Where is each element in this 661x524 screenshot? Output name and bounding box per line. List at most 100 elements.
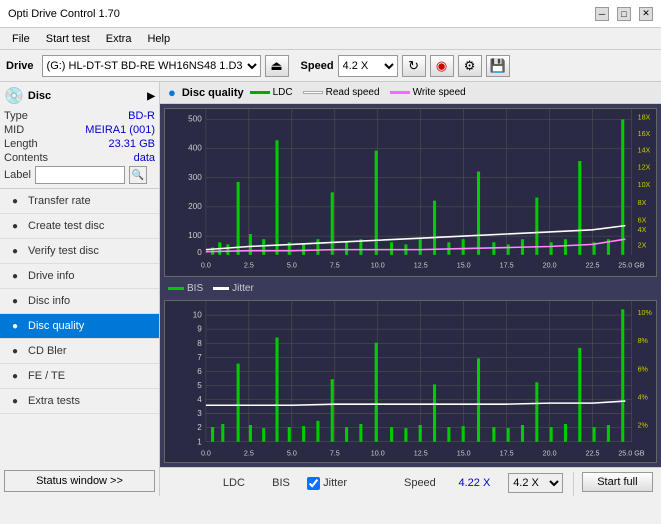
- col-ldc: LDC: [207, 472, 261, 494]
- content-header: ● Disc quality LDC Read speed Write spee…: [160, 82, 661, 104]
- cd-bler-icon: ●: [8, 344, 22, 358]
- legend-read-speed-label: Read speed: [326, 87, 380, 98]
- col-speed-select-header: 4.2 X: [499, 472, 573, 494]
- sidebar-item-drive-info[interactable]: ● Drive info: [0, 264, 159, 289]
- legend-ldc-label: LDC: [273, 87, 293, 98]
- svg-text:500: 500: [188, 114, 202, 123]
- stats-table: LDC BIS Jitter Speed 4.22 X: [168, 472, 573, 496]
- col-jitter-check: Jitter: [301, 472, 389, 494]
- sidebar-item-verify-test-disc[interactable]: ● Verify test disc: [0, 239, 159, 264]
- sidebar-item-cd-bler[interactable]: ● CD Bler: [0, 339, 159, 364]
- avg-speed-label: Position: [390, 494, 451, 496]
- svg-text:25.0 GB: 25.0 GB: [618, 448, 644, 457]
- svg-text:12.5: 12.5: [414, 260, 428, 269]
- svg-text:400: 400: [188, 144, 202, 153]
- col-speed-value: 4.22 X: [450, 472, 498, 494]
- menu-start-test[interactable]: Start test: [38, 31, 98, 47]
- speed-label: Speed: [301, 60, 334, 72]
- menubar: File Start test Extra Help: [0, 28, 661, 50]
- disc-mid-value: MEIRA1 (001): [85, 124, 155, 136]
- stats-speed-select[interactable]: 4.2 X: [508, 473, 563, 493]
- content-area: ● Disc quality LDC Read speed Write spee…: [160, 82, 661, 496]
- minimize-button[interactable]: ─: [595, 7, 609, 21]
- jitter-checkbox-row: Jitter: [307, 477, 383, 490]
- svg-text:22.5: 22.5: [586, 260, 600, 269]
- start-full-button[interactable]: Start full: [582, 472, 653, 492]
- titlebar: Opti Drive Control 1.70 ─ □ ✕: [0, 0, 661, 28]
- svg-text:16X: 16X: [638, 129, 651, 138]
- sidebar-item-transfer-rate[interactable]: ● Transfer rate: [0, 189, 159, 214]
- jitter-label: Jitter: [323, 477, 347, 489]
- disc-panel: 💿 Disc ▶ Type BD-R MID MEIRA1 (001) Leng…: [0, 82, 159, 189]
- close-button[interactable]: ✕: [639, 7, 653, 21]
- save-button[interactable]: 💾: [486, 55, 510, 77]
- status-window-button[interactable]: Status window >>: [4, 470, 155, 492]
- bis-legend: BIS: [168, 283, 203, 294]
- svg-text:10X: 10X: [638, 180, 651, 189]
- nav-label-drive-info: Drive info: [28, 270, 74, 282]
- avg-ldc: 1.38: [207, 494, 261, 496]
- sidebar-item-create-test-disc[interactable]: ● Create test disc: [0, 214, 159, 239]
- col-bis: BIS: [261, 472, 301, 494]
- disc-length-label: Length: [4, 138, 38, 150]
- stats-right-panel: Start full Start part: [573, 472, 653, 496]
- charts-area: 500 400 300 200 100 0 18X 16X 14X 12X 10…: [160, 104, 661, 467]
- sidebar-item-extra-tests[interactable]: ● Extra tests: [0, 389, 159, 414]
- nav-label-disc-quality: Disc quality: [28, 320, 84, 332]
- jitter-checkbox[interactable]: [307, 477, 320, 490]
- chart-ldc-svg: 500 400 300 200 100 0 18X 16X 14X 12X 10…: [165, 109, 656, 276]
- extra-tests-icon: ●: [8, 394, 22, 408]
- transfer-rate-icon: ●: [8, 194, 22, 208]
- svg-text:4%: 4%: [638, 392, 649, 401]
- svg-text:20.0: 20.0: [543, 448, 557, 457]
- svg-text:10.0: 10.0: [371, 448, 385, 457]
- nav-label-verify-test-disc: Verify test disc: [28, 245, 99, 257]
- svg-text:0: 0: [197, 248, 202, 257]
- stats-area: LDC BIS Jitter Speed 4.22 X: [160, 467, 661, 496]
- svg-text:18X: 18X: [638, 112, 651, 121]
- scan-button[interactable]: ◉: [430, 55, 454, 77]
- bis-legend-label: BIS: [187, 283, 203, 294]
- menu-file[interactable]: File: [4, 31, 38, 47]
- chart-legend: LDC Read speed Write speed: [250, 87, 466, 98]
- legend-ldc-color: [250, 91, 270, 94]
- disc-length-row: Length 23.31 GB: [4, 138, 155, 150]
- disc-contents-row: Contents data: [4, 152, 155, 164]
- svg-text:17.5: 17.5: [500, 448, 514, 457]
- bis-legend-color: [168, 287, 184, 290]
- svg-text:300: 300: [188, 173, 202, 182]
- chart-bis-svg: 10 9 8 7 6 5 4 3 2 1 10% 8% 6% 4% 2%: [165, 301, 656, 463]
- chart-bis: 10 9 8 7 6 5 4 3 2 1 10% 8% 6% 4% 2%: [164, 300, 657, 464]
- maximize-button[interactable]: □: [617, 7, 631, 21]
- legend-read-speed: Read speed: [303, 87, 380, 98]
- nav-label-disc-info: Disc info: [28, 295, 70, 307]
- menu-extra[interactable]: Extra: [98, 31, 140, 47]
- eject-button[interactable]: ⏏: [265, 55, 289, 77]
- refresh-button[interactable]: ↻: [402, 55, 426, 77]
- svg-text:8X: 8X: [638, 198, 647, 207]
- menu-help[interactable]: Help: [139, 31, 178, 47]
- settings-button[interactable]: ⚙: [458, 55, 482, 77]
- svg-text:4X: 4X: [638, 225, 647, 234]
- sidebar-item-fe-te[interactable]: ● FE / TE: [0, 364, 159, 389]
- nav-label-cd-bler: CD Bler: [28, 345, 67, 357]
- content-title: Disc quality: [182, 87, 244, 99]
- drive-select[interactable]: (G:) HL-DT-ST BD-RE WH16NS48 1.D3: [42, 55, 261, 77]
- svg-text:7.5: 7.5: [330, 448, 340, 457]
- svg-text:12.5: 12.5: [414, 448, 428, 457]
- disc-label-input[interactable]: [35, 166, 125, 184]
- disc-label-button[interactable]: 🔍: [129, 166, 147, 184]
- legend-write-speed-color: [390, 91, 410, 94]
- disc-quality-icon: ●: [8, 319, 22, 333]
- legend-write-speed: Write speed: [390, 87, 466, 98]
- app-title: Opti Drive Control 1.70: [8, 8, 120, 20]
- svg-text:200: 200: [188, 202, 202, 211]
- speed-select[interactable]: 4.2 X: [338, 55, 398, 77]
- sidebar-item-disc-info[interactable]: ● Disc info: [0, 289, 159, 314]
- svg-text:7.5: 7.5: [330, 260, 340, 269]
- svg-text:22.5: 22.5: [586, 448, 600, 457]
- sidebar-item-disc-quality[interactable]: ● Disc quality: [0, 314, 159, 339]
- svg-text:6%: 6%: [638, 364, 649, 373]
- svg-text:2%: 2%: [638, 420, 649, 429]
- svg-text:8: 8: [197, 338, 202, 347]
